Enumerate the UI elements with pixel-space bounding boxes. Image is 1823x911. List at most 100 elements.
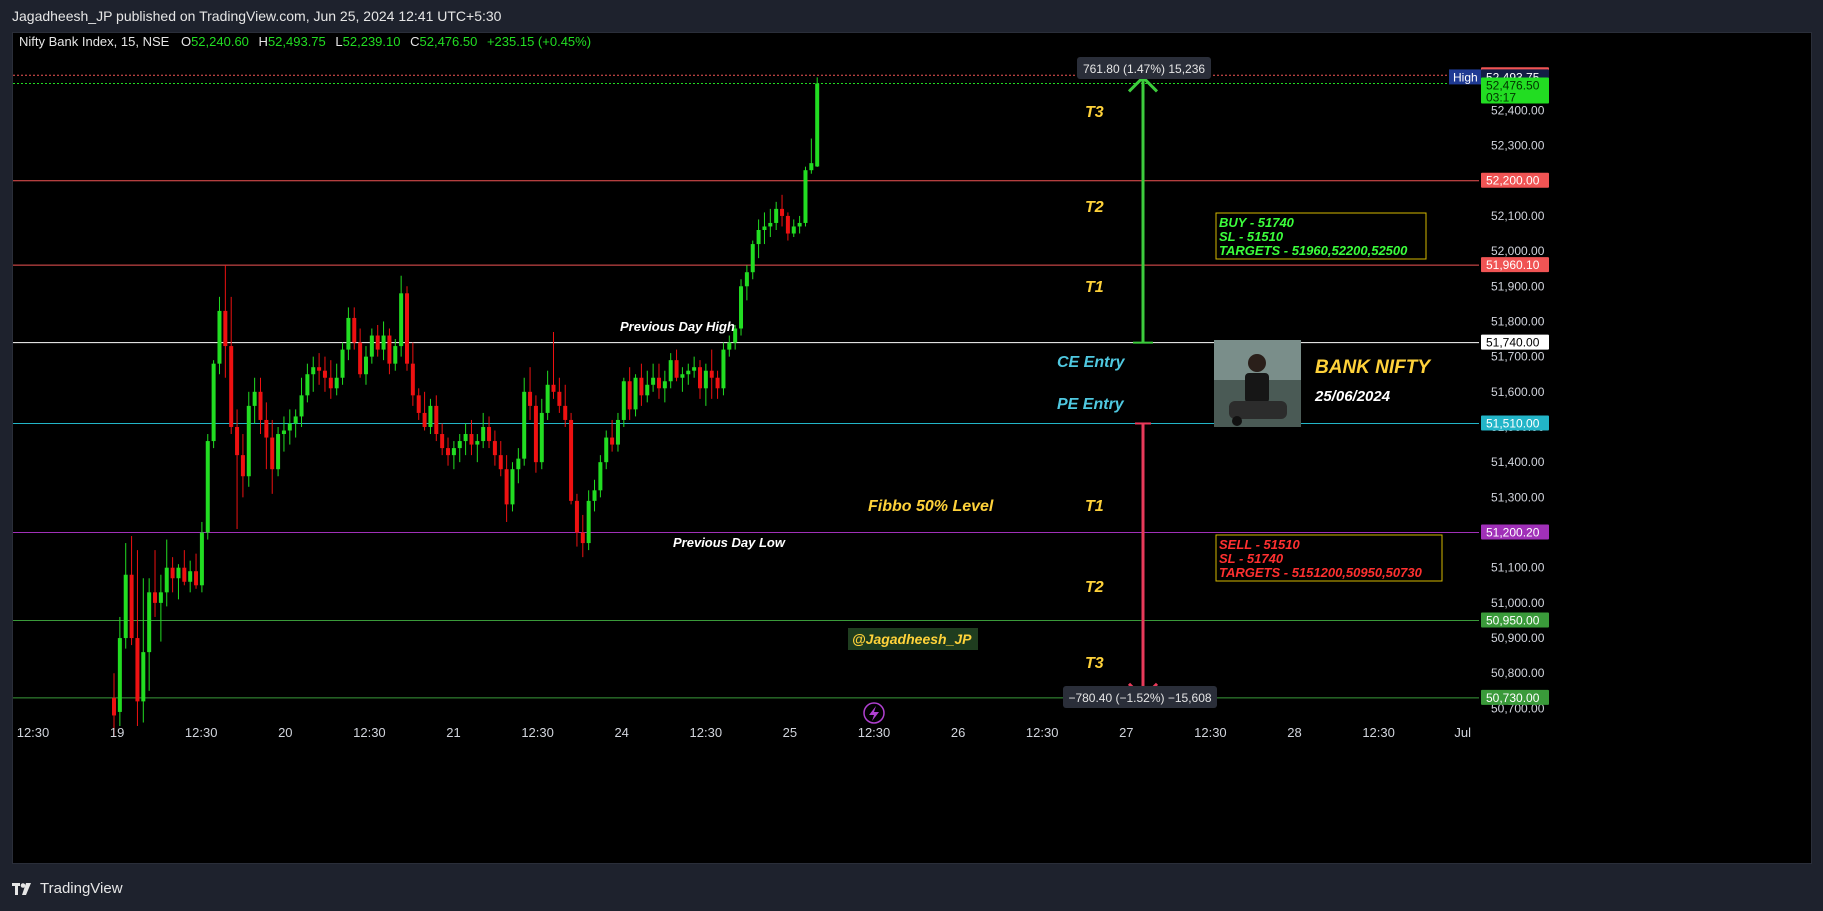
candle-body (785, 215, 790, 234)
author-photo-wheel (1232, 416, 1242, 426)
candle-body (610, 437, 615, 445)
candle-body (340, 349, 345, 378)
candle-body (293, 416, 298, 424)
candle-body (551, 384, 556, 392)
candle-body (317, 367, 322, 371)
candle-body (604, 437, 609, 463)
close-label: C (410, 34, 419, 49)
candle-body (539, 412, 544, 463)
author-photo-body (1245, 373, 1269, 403)
candle-body (774, 208, 779, 223)
x-tick-label: 12:30 (521, 725, 554, 740)
exchange-label: NSE (143, 34, 170, 49)
candle-body (147, 592, 152, 653)
candle-body (580, 532, 585, 544)
candle-body (434, 405, 439, 435)
candle-body (112, 697, 116, 716)
target-t1-down: T1 (1085, 498, 1104, 515)
x-tick-label: 26 (951, 725, 965, 740)
y-tick-label: 50,800.00 (1491, 666, 1545, 680)
candle-body (235, 426, 240, 456)
candle-body (662, 381, 667, 389)
tradingview-logo[interactable]: TradingView (12, 870, 123, 908)
fibbo-label: Fibbo 50% Level (868, 498, 994, 515)
candle-body (387, 335, 392, 364)
target-t1-up: T1 (1085, 279, 1104, 296)
candle-body (469, 434, 474, 445)
candle-body (727, 342, 732, 350)
candle-body (809, 163, 814, 171)
y-tick-label: 51,600.00 (1491, 385, 1545, 399)
lightning-icon-bolt (869, 706, 879, 721)
tradingview-brand-text: TradingView (40, 880, 123, 897)
close-value: 52,476.50 (420, 34, 478, 49)
candle-body (287, 423, 292, 431)
tradingview-logo-icon (12, 883, 31, 895)
high-value: 52,493.75 (268, 34, 326, 49)
x-tick-label: Jul (1454, 725, 1471, 740)
candle-body (621, 381, 626, 420)
y-tick-label: 51,400.00 (1491, 455, 1545, 469)
candle-body (188, 571, 193, 582)
candle-body (739, 286, 744, 329)
low-value: 52,239.10 (343, 34, 401, 49)
candle-body (158, 592, 163, 603)
candle-body (498, 455, 503, 470)
ce-entry-label: CE Entry (1057, 354, 1126, 371)
candle-body (762, 226, 767, 230)
candle-body (557, 391, 562, 406)
candle-body (533, 405, 538, 463)
high-label: H (259, 34, 268, 49)
candle-body (252, 391, 257, 406)
price-label: 50,950.00 (1486, 613, 1540, 627)
chart-panel[interactable]: T3 T2 T1 T1 T2 T3 CE Entry PE Entry Previous Day… (12, 32, 1812, 864)
y-tick-label: 51,700.00 (1491, 350, 1545, 364)
candle-body (328, 377, 333, 389)
candle-body (522, 391, 527, 459)
y-tick-label: 50,900.00 (1491, 631, 1545, 645)
price-label: 51,960.10 (1486, 258, 1540, 272)
candle-body (117, 638, 122, 712)
measure-up-label: 761.80 (1.47%) 15,236 (1083, 62, 1205, 76)
x-tick-label: 12:30 (1026, 725, 1059, 740)
candle-body (481, 426, 486, 442)
candle-body (686, 370, 691, 375)
candle-body (123, 574, 128, 639)
candle-body (322, 370, 327, 378)
interval-label: 15 (121, 34, 135, 49)
candle-body (153, 592, 158, 603)
candle-body (451, 448, 456, 456)
target-t2-down: T2 (1085, 579, 1104, 596)
handle-tag: @Jagadheesh_JP (852, 631, 972, 647)
candle-body (615, 419, 620, 445)
x-tick-label: 25 (783, 725, 797, 740)
candlestick-chart[interactable]: T3 T2 T1 T1 T2 T3 CE Entry PE Entry Previous Day… (13, 33, 1811, 863)
price-label: 52,200.00 (1486, 174, 1540, 188)
candle-body (563, 405, 568, 420)
open-value: 52,240.60 (191, 34, 249, 49)
candle-body (440, 434, 445, 449)
candle-body (457, 441, 462, 449)
candle-body (393, 346, 398, 364)
candle-body (270, 437, 275, 470)
candle-body (358, 342, 363, 375)
candle-body (416, 395, 421, 413)
author-photo-head (1248, 354, 1266, 372)
change-value: +235.15 (+0.45%) (487, 34, 591, 49)
candle-body (516, 458, 521, 470)
x-tick-label: 21 (446, 725, 460, 740)
price-label: 51,200.20 (1486, 525, 1540, 539)
candle-body (264, 419, 269, 438)
candle-body (141, 652, 146, 702)
candle-body (399, 293, 404, 347)
candle-body (475, 441, 480, 445)
candle-body (639, 377, 644, 396)
pe-entry-label: PE Entry (1057, 396, 1125, 413)
author-photo (1214, 340, 1301, 427)
x-tick-label: 24 (614, 725, 628, 740)
x-tick-label: 12:30 (858, 725, 891, 740)
price-label: 51,510.00 (1486, 416, 1540, 430)
candle-body (176, 567, 181, 579)
candle-body (246, 405, 251, 477)
candle-body (422, 412, 427, 427)
